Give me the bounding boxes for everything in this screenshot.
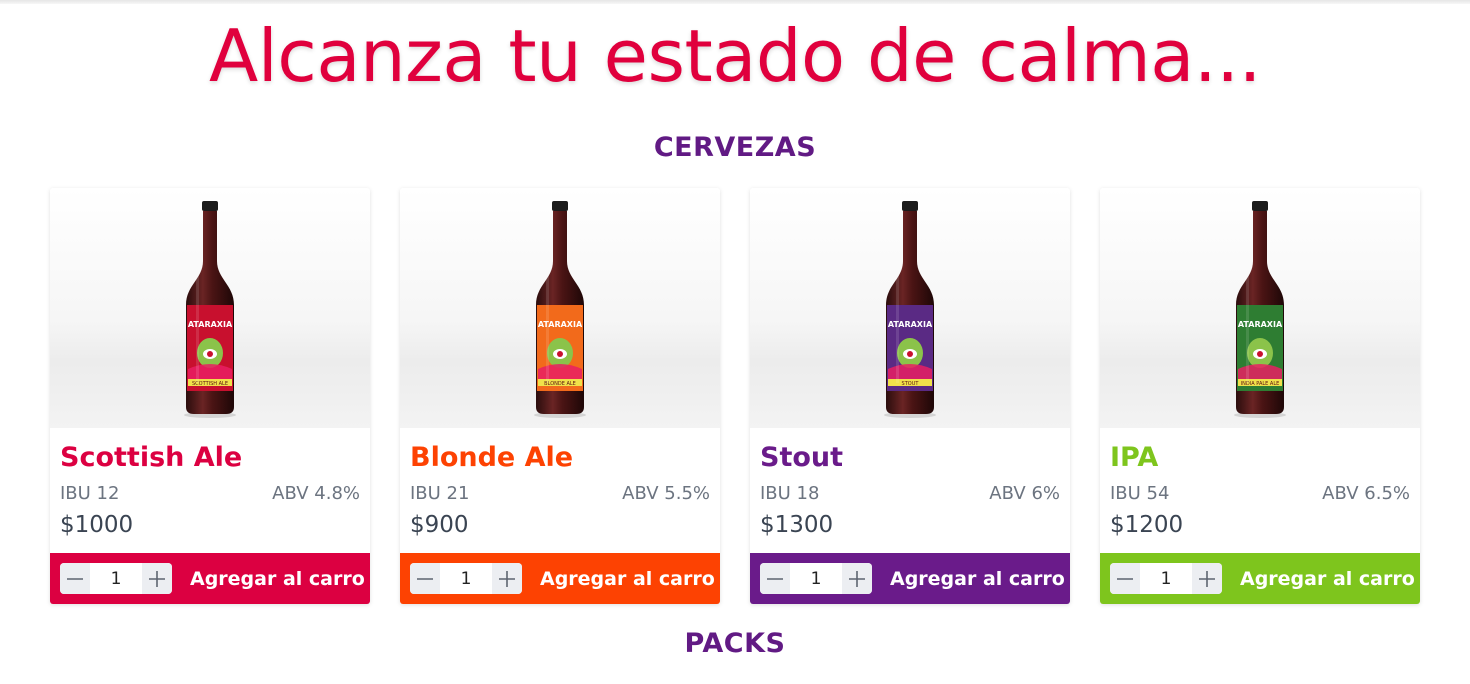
- decrement-button[interactable]: [410, 563, 440, 594]
- product-ibu: IBU 12: [60, 483, 120, 504]
- beer-bottle-image: ATARAXIA BLONDE ALE: [534, 201, 586, 418]
- decrement-button[interactable]: [760, 563, 790, 594]
- add-to-cart-button[interactable]: Agregar al carro: [190, 568, 365, 590]
- svg-text:STOUT: STOUT: [902, 381, 920, 387]
- card-footer: Agregar al carro: [50, 553, 370, 604]
- quantity-input[interactable]: [1140, 564, 1192, 593]
- product-image[interactable]: ATARAXIA BLONDE ALE: [400, 188, 720, 428]
- increment-button[interactable]: [492, 563, 522, 594]
- add-to-cart-button[interactable]: Agregar al carro: [540, 568, 715, 590]
- decrement-button[interactable]: [60, 563, 90, 594]
- product-name: Scottish Ale: [60, 442, 243, 473]
- product-name: Stout: [760, 442, 844, 473]
- svg-text:ATARAXIA: ATARAXIA: [1238, 320, 1283, 329]
- svg-text:ATARAXIA: ATARAXIA: [538, 320, 583, 329]
- add-to-cart-button[interactable]: Agregar al carro: [890, 568, 1065, 590]
- product-ibu: IBU 54: [1110, 483, 1170, 504]
- hero-title: Alcanza tu estado de calma...: [209, 14, 1261, 98]
- product-price: $900: [410, 512, 469, 538]
- svg-text:ATARAXIA: ATARAXIA: [188, 320, 233, 329]
- product-abv: ABV 5.5%: [622, 483, 710, 504]
- beer-bottle-image: ATARAXIA INDIA PALE ALE: [1234, 201, 1286, 418]
- section-title-packs: PACKS: [684, 628, 786, 659]
- quantity-stepper: [760, 563, 872, 594]
- minus-icon: [417, 577, 433, 580]
- plus-icon: [499, 570, 515, 587]
- header-shadow: [0, 0, 1470, 4]
- quantity-input[interactable]: [440, 564, 492, 593]
- product-price: $1000: [60, 512, 134, 538]
- minus-icon: [767, 577, 783, 580]
- card-footer: Agregar al carro: [1100, 553, 1420, 604]
- minus-icon: [1117, 577, 1133, 580]
- increment-button[interactable]: [142, 563, 172, 594]
- decrement-button[interactable]: [1110, 563, 1140, 594]
- product-image[interactable]: ATARAXIA STOUT: [750, 188, 1070, 428]
- product-card-2: ATARAXIA STOUT Stout IBU 18 ABV 6% $1300: [750, 188, 1070, 604]
- product-abv: ABV 6.5%: [1322, 483, 1410, 504]
- quantity-stepper: [1110, 563, 1222, 594]
- product-image[interactable]: ATARAXIA INDIA PALE ALE: [1100, 188, 1420, 428]
- plus-icon: [849, 570, 865, 587]
- product-ibu: IBU 18: [760, 483, 820, 504]
- quantity-stepper: [410, 563, 522, 594]
- product-image[interactable]: ATARAXIA SCOTTISH ALE: [50, 188, 370, 428]
- card-footer: Agregar al carro: [400, 553, 720, 604]
- beer-bottle-image: ATARAXIA SCOTTISH ALE: [184, 201, 236, 418]
- quantity-input[interactable]: [790, 564, 842, 593]
- product-card-0: ATARAXIA SCOTTISH ALE Scottish Ale IBU 1…: [50, 188, 370, 604]
- product-ibu: IBU 21: [410, 483, 470, 504]
- product-name: IPA: [1110, 442, 1159, 473]
- quantity-stepper: [60, 563, 172, 594]
- plus-icon: [149, 570, 165, 587]
- product-abv: ABV 4.8%: [272, 483, 360, 504]
- increment-button[interactable]: [842, 563, 872, 594]
- plus-icon: [1199, 570, 1215, 587]
- product-card-1: ATARAXIA BLONDE ALE Blonde Ale IBU 21 AB…: [400, 188, 720, 604]
- quantity-input[interactable]: [90, 564, 142, 593]
- section-title-beers: CERVEZAS: [653, 132, 817, 163]
- card-footer: Agregar al carro: [750, 553, 1070, 604]
- add-to-cart-button[interactable]: Agregar al carro: [1240, 568, 1415, 590]
- product-name: Blonde Ale: [410, 442, 574, 473]
- increment-button[interactable]: [1192, 563, 1222, 594]
- product-price: $1300: [760, 512, 834, 538]
- product-abv: ABV 6%: [989, 483, 1060, 504]
- product-card-3: ATARAXIA INDIA PALE ALE IPA IBU 54 ABV 6…: [1100, 188, 1420, 604]
- beer-bottle-image: ATARAXIA STOUT: [884, 201, 936, 418]
- svg-text:ATARAXIA: ATARAXIA: [888, 320, 933, 329]
- product-price: $1200: [1110, 512, 1184, 538]
- minus-icon: [67, 577, 83, 580]
